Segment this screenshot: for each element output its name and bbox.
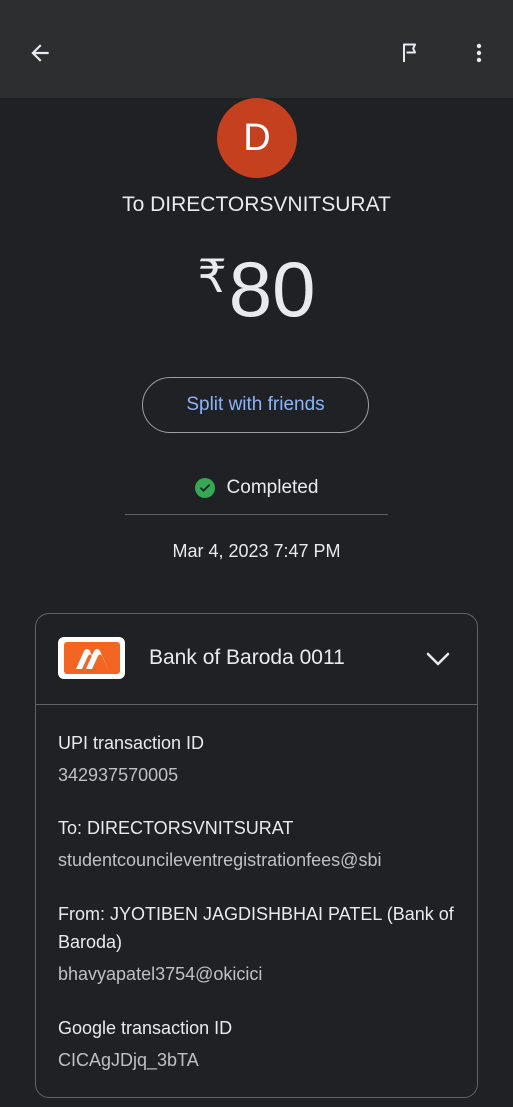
currency-symbol: ₹ <box>197 250 227 302</box>
transaction-details-card: Bank of Baroda 0011 UPI transaction ID 3… <box>35 613 478 1098</box>
status-text: Completed <box>226 477 319 498</box>
payment-status: Completed <box>0 477 513 499</box>
status-divider <box>125 514 388 515</box>
google-transaction-id-row: Google transaction ID CICAgJDjq_3bTA <box>58 1014 458 1072</box>
detail-value[interactable]: studentcouncileventregistrationfees@sbi <box>58 848 458 872</box>
chevron-down-icon <box>426 652 450 666</box>
flag-icon <box>403 43 416 62</box>
bank-account-name: Bank of Baroda 0011 <box>149 646 345 669</box>
detail-value[interactable]: bhavyapatel3754@okicici <box>58 962 458 986</box>
detail-value[interactable]: CICAgJDjq_3bTA <box>58 1048 458 1072</box>
detail-label: From: JYOTIBEN JAGDISHBHAI PATEL (Bank o… <box>58 904 454 952</box>
amount-value: 80 <box>228 245 316 333</box>
card-divider <box>36 704 477 705</box>
detail-label: UPI transaction ID <box>58 733 205 753</box>
more-vert-icon <box>476 43 482 63</box>
expand-toggle[interactable] <box>424 647 452 676</box>
account-row[interactable]: Bank of Baroda 0011 <box>36 614 477 704</box>
recipient-row: To: DIRECTORSVNITSURAT studentcouncileve… <box>58 814 458 872</box>
detail-label: To: DIRECTORSVNITSURAT <box>58 818 294 838</box>
top-app-bar <box>0 0 513 98</box>
report-button[interactable] <box>386 29 434 77</box>
bank-of-baroda-logo <box>58 637 125 679</box>
transaction-datetime: Mar 4, 2023 7:47 PM <box>172 541 341 561</box>
detail-value[interactable]: 342937570005 <box>58 763 458 787</box>
sender-row: From: JYOTIBEN JAGDISHBHAI PATEL (Bank o… <box>58 900 458 986</box>
arrow-left-icon <box>31 44 49 62</box>
split-with-friends-button[interactable]: Split with friends <box>142 377 369 433</box>
detail-label: Google transaction ID <box>58 1018 233 1038</box>
payment-amount: ₹80 <box>0 250 513 328</box>
payee-avatar: D <box>217 98 297 178</box>
back-button[interactable] <box>16 29 64 77</box>
check-circle-icon <box>194 478 215 498</box>
upi-transaction-id-row: UPI transaction ID 342937570005 <box>58 729 458 787</box>
payee-name: To DIRECTORSVNITSURAT <box>122 193 391 216</box>
more-options-button[interactable] <box>455 29 503 77</box>
